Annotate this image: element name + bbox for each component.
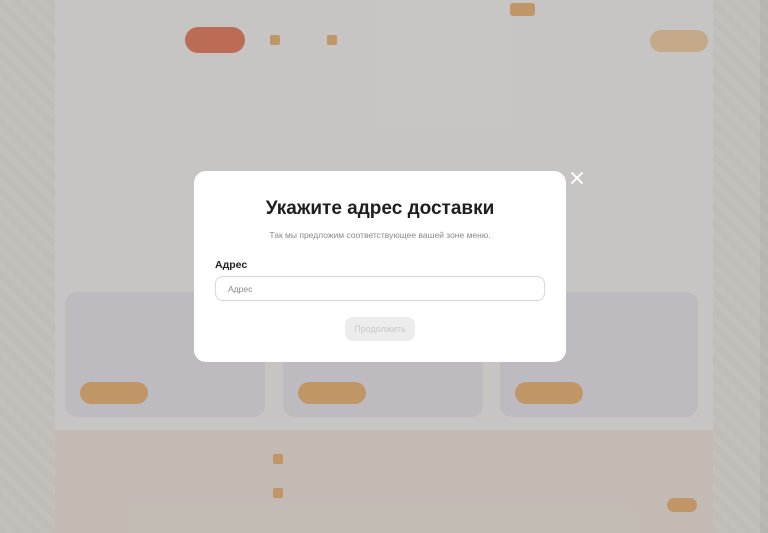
continue-button[interactable]: Продолжить	[345, 317, 415, 341]
address-input[interactable]	[215, 276, 545, 301]
dialog-title: Укажите адрес доставки	[265, 198, 495, 219]
delivery-address-dialog: Укажите адрес доставки Так мы предложим …	[194, 171, 566, 362]
address-label: Адрес	[215, 259, 248, 271]
scrollbar[interactable]	[760, 0, 768, 533]
dialog-subtitle: Так мы предложим соответствующее вашей з…	[269, 230, 491, 240]
close-icon[interactable]	[569, 170, 585, 186]
